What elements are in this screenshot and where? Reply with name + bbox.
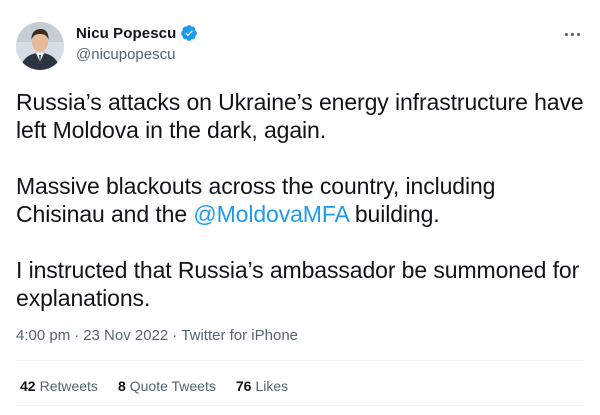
more-horizontal-icon (564, 32, 568, 36)
likes-stat[interactable]: 76 Likes (236, 378, 288, 394)
quote-tweets-stat[interactable]: 8 Quote Tweets (118, 378, 216, 394)
likes-label: Likes (255, 378, 289, 394)
avatar-portrait-icon (16, 22, 64, 70)
retweets-label: Retweets (39, 378, 98, 394)
author-display-name[interactable]: Nicu Popescu (76, 25, 176, 42)
tweet-paragraph-1: Russia’s attacks on Ukraine’s energy inf… (16, 89, 584, 143)
tweet-date[interactable]: 23 Nov 2022 (83, 327, 168, 344)
tweet-text-segment: building. (348, 201, 440, 227)
tweet-card: Nicu Popescu @nicupopescu Russia’s attac… (0, 0, 600, 415)
retweets-count: 42 (20, 378, 36, 394)
meta-separator: · (172, 327, 178, 344)
tweet-paragraph-2: Massive blackouts across the country, in… (16, 172, 584, 228)
quote-tweets-label: Quote Tweets (129, 378, 216, 394)
tweet-text: Russia’s attacks on Ukraine’s energy inf… (16, 88, 584, 312)
tweet-source[interactable]: Twitter for iPhone (181, 327, 298, 344)
author-name-row: Nicu Popescu (76, 24, 198, 42)
more-horizontal-icon (570, 32, 574, 36)
likes-count: 76 (235, 378, 252, 394)
tweet-time[interactable]: 4:00 pm (16, 327, 70, 344)
tweet-meta: 4:00 pm · 23 Nov 2022 · Twitter for iPhone (16, 327, 298, 344)
author-handle[interactable]: @nicupopescu (76, 46, 175, 63)
verified-badge-icon (180, 24, 198, 42)
mention-link[interactable]: @MoldovaMFA (193, 201, 348, 227)
retweets-stat[interactable]: 42 Retweets (20, 378, 98, 394)
tweet-paragraph-3: I instructed that Russia’s ambassador be… (16, 257, 580, 311)
more-horizontal-icon (576, 32, 580, 36)
tweet-stats: 42 Retweets 8 Quote Tweets 76 Likes (20, 378, 308, 394)
divider (16, 405, 584, 406)
more-options-button[interactable] (560, 24, 584, 44)
avatar[interactable] (16, 22, 64, 70)
divider (16, 360, 584, 361)
quote-tweets-count: 8 (117, 378, 126, 394)
meta-separator: · (74, 327, 80, 344)
